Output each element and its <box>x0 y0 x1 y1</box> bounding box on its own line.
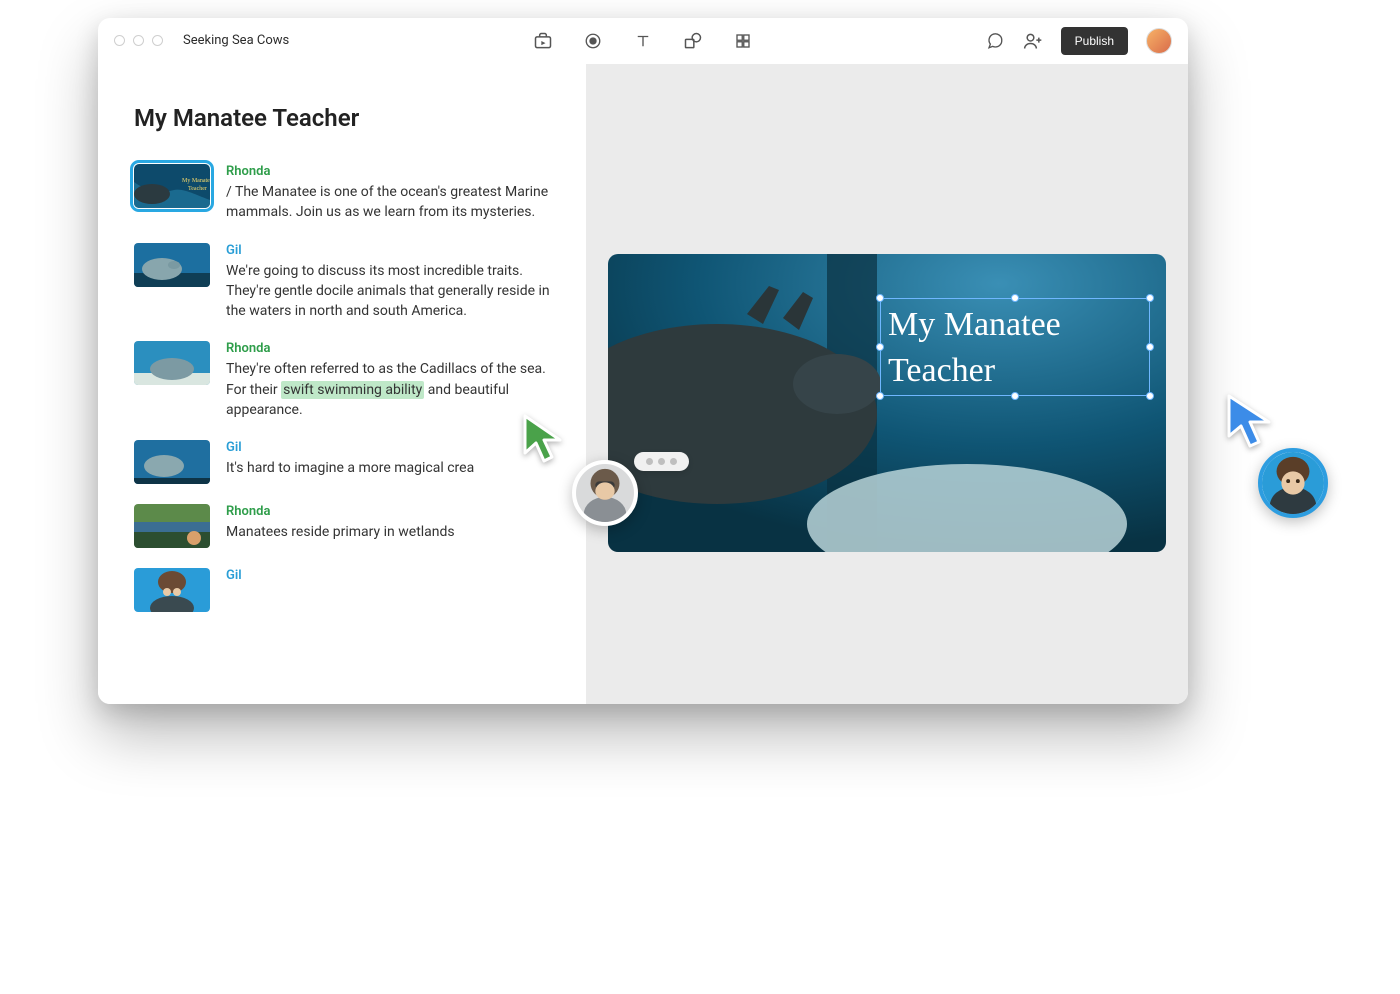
add-user-icon[interactable] <box>1023 31 1043 51</box>
svg-text:Teacher: Teacher <box>188 186 207 192</box>
document-title[interactable]: Seeking Sea Cows <box>183 33 289 48</box>
scene-thumbnail[interactable] <box>134 440 210 484</box>
layout-grid-icon[interactable] <box>733 31 753 51</box>
titlebar: Seeking Sea Cows <box>98 18 1188 64</box>
typing-indicator <box>634 452 689 471</box>
script-text[interactable]: We're going to discuss its most incredib… <box>226 261 558 322</box>
script-row: Rhonda Manatees reside primary in wetlan… <box>134 504 558 548</box>
resize-handle[interactable] <box>1011 294 1019 302</box>
resize-handle[interactable] <box>1146 343 1154 351</box>
text-selection-box[interactable] <box>880 298 1150 396</box>
window-close-button[interactable] <box>114 35 125 46</box>
svg-text:My Manatee: My Manatee <box>182 178 210 184</box>
window-zoom-button[interactable] <box>152 35 163 46</box>
script-row: Rhonda They're often referred to as the … <box>134 341 558 420</box>
script-text[interactable]: Manatees reside primary in wetlands <box>226 522 558 542</box>
script-text[interactable]: It's hard to imagine a more magical crea <box>226 458 558 478</box>
app-window: Seeking Sea Cows <box>98 18 1188 704</box>
resize-handle[interactable] <box>876 343 884 351</box>
canvas-panel: My Manatee Teacher <box>586 64 1188 704</box>
comment-icon[interactable] <box>985 31 1005 51</box>
script-row: Gil <box>134 568 558 612</box>
scene-thumbnail[interactable] <box>134 568 210 612</box>
resize-handle[interactable] <box>876 392 884 400</box>
speaker-label: Gil <box>226 440 558 455</box>
shapes-icon[interactable] <box>683 31 703 51</box>
scene-thumbnail[interactable] <box>134 243 210 287</box>
resize-handle[interactable] <box>1146 294 1154 302</box>
resize-handle[interactable] <box>1011 392 1019 400</box>
main-split: My Manatee Teacher My Manatee Teacher Rho… <box>98 64 1188 704</box>
collaborator-cursor-blue <box>1225 392 1275 454</box>
resize-handle[interactable] <box>1146 392 1154 400</box>
resize-handle[interactable] <box>876 294 884 302</box>
publish-button[interactable]: Publish <box>1061 27 1128 55</box>
text-icon[interactable] <box>633 31 653 51</box>
user-avatar[interactable] <box>1146 28 1172 54</box>
text-highlight[interactable]: swift swimming ability <box>281 381 424 399</box>
record-icon[interactable] <box>583 31 603 51</box>
canvas-frame[interactable]: My Manatee Teacher <box>608 254 1166 552</box>
window-minimize-button[interactable] <box>133 35 144 46</box>
speaker-label: Gil <box>226 243 558 258</box>
script-text[interactable]: They're often referred to as the Cadilla… <box>226 359 558 420</box>
media-icon[interactable] <box>533 31 553 51</box>
page-title: My Manatee Teacher <box>134 104 558 132</box>
scene-thumbnail[interactable] <box>134 341 210 385</box>
script-row: Gil We're going to discuss its most incr… <box>134 243 558 322</box>
speaker-label: Gil <box>226 568 558 583</box>
scene-thumbnail[interactable]: My Manatee Teacher <box>134 164 210 208</box>
speaker-label: Rhonda <box>226 341 558 356</box>
collaborator-avatar-green[interactable] <box>572 460 638 526</box>
speaker-label: Rhonda <box>226 504 558 519</box>
scene-thumbnail[interactable] <box>134 504 210 548</box>
script-text[interactable]: / The Manatee is one of the ocean's grea… <box>226 182 558 223</box>
traffic-lights <box>114 35 163 46</box>
speaker-label: Rhonda <box>226 164 558 179</box>
collaborator-avatar-blue[interactable] <box>1258 448 1328 518</box>
toolbar-center <box>533 31 753 51</box>
toolbar-right: Publish <box>985 27 1172 55</box>
script-row: Gil It's hard to imagine a more magical … <box>134 440 558 484</box>
script-row: My Manatee Teacher Rhonda / The Manatee i… <box>134 164 558 223</box>
script-panel: My Manatee Teacher My Manatee Teacher Rho… <box>98 64 586 704</box>
